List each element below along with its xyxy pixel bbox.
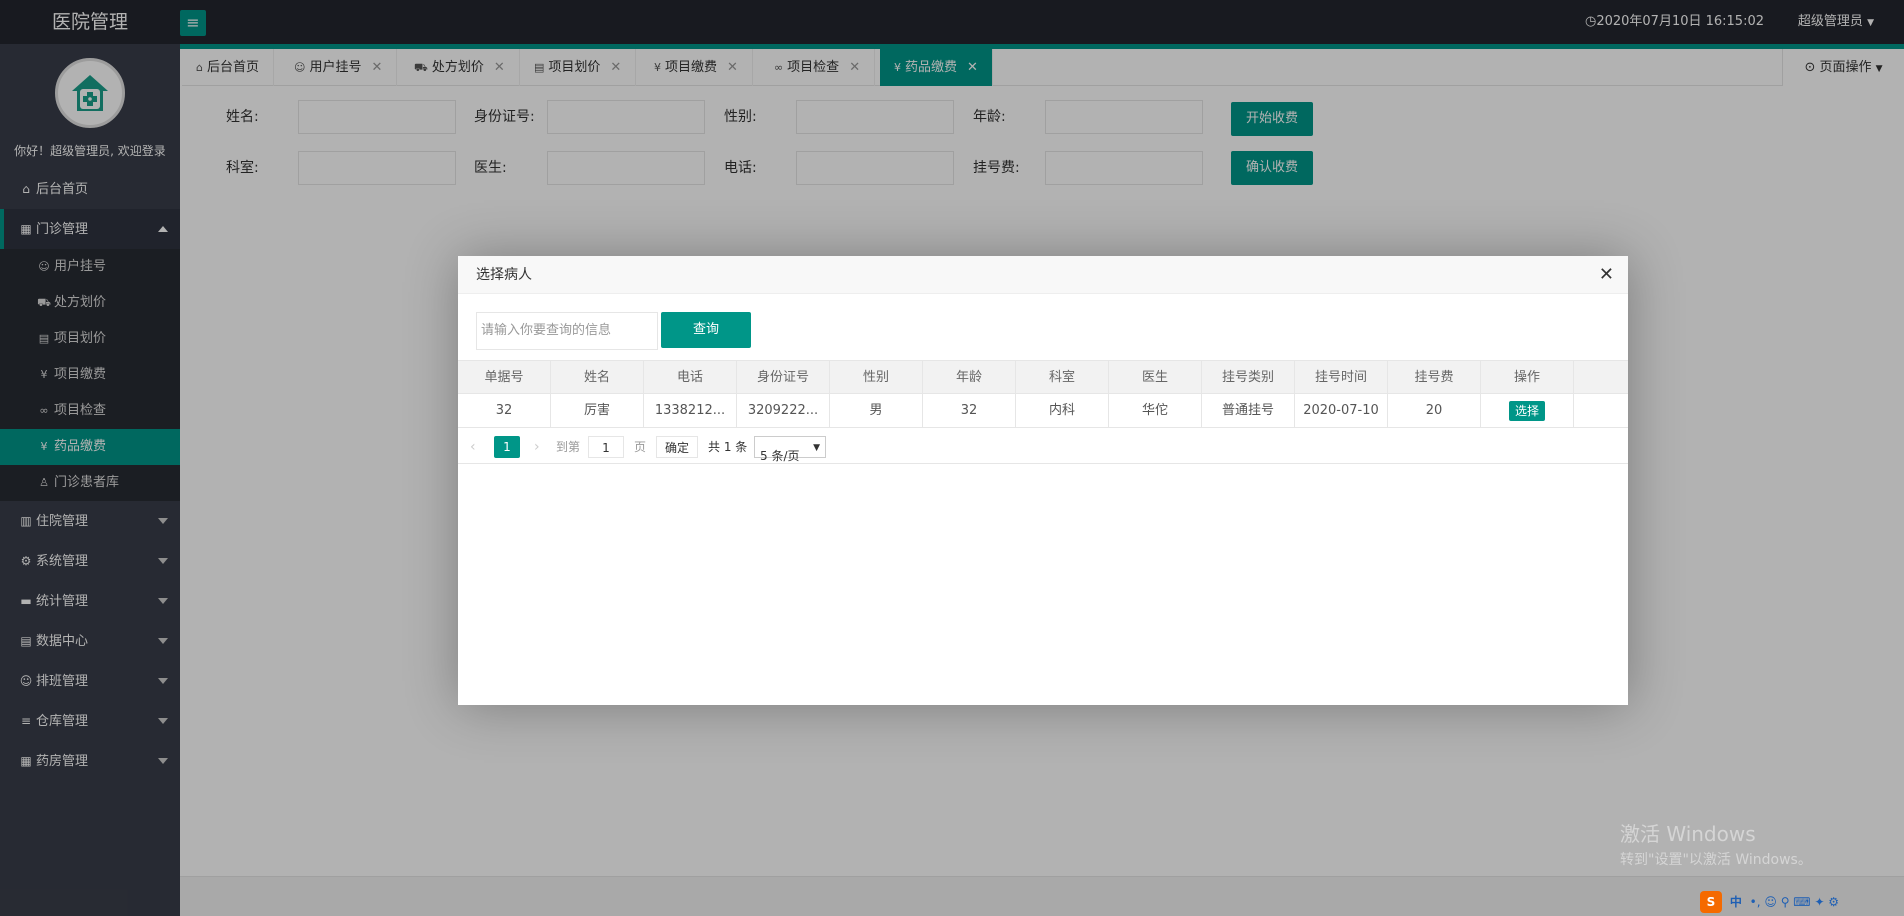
table-cell: 32: [458, 394, 551, 427]
column-header[interactable]: 挂号类别: [1202, 361, 1295, 393]
table-cell: 男: [830, 394, 923, 427]
page-go-button[interactable]: 确定: [656, 436, 698, 458]
column-header[interactable]: 身份证号: [737, 361, 830, 393]
table-cell: 2020-07-10: [1295, 394, 1388, 427]
table-cell: 普通挂号: [1202, 394, 1295, 427]
close-icon[interactable]: ✕: [1599, 256, 1614, 294]
dropdown-caret-icon: ▼: [813, 443, 820, 453]
select-patient-button[interactable]: 选择: [1508, 400, 1545, 421]
column-header[interactable]: 医生: [1109, 361, 1202, 393]
dialog-title: 选择病人 ✕: [458, 256, 1628, 294]
page-current[interactable]: 1: [494, 436, 520, 458]
column-header[interactable]: 年龄: [923, 361, 1016, 393]
column-header[interactable]: 挂号时间: [1295, 361, 1388, 393]
column-header[interactable]: 挂号费: [1388, 361, 1481, 393]
ime-logo-icon[interactable]: S: [1700, 891, 1722, 913]
table-header: 单据号 姓名 电话 身份证号 性别 年龄 科室 医生 挂号类别 挂号时间 挂号费…: [458, 360, 1628, 394]
table-cell-action: 选择: [1481, 394, 1574, 427]
table-cell: 1338212...: [644, 394, 737, 427]
ime-mode[interactable]: 中: [1730, 895, 1742, 909]
skip-to-label: 到第: [556, 440, 581, 454]
search-button[interactable]: 查询: [661, 312, 751, 348]
system-tray: S 中 •, ☺ ⚲ ⌨ ✦ ⚙: [1700, 888, 1904, 916]
table-cell: 32: [923, 394, 1016, 427]
column-header[interactable]: 姓名: [551, 361, 644, 393]
chevron-left-icon[interactable]: ‹: [470, 436, 476, 458]
table-cell: 20: [1388, 394, 1481, 427]
page-number-input[interactable]: 1: [588, 436, 624, 458]
column-header[interactable]: 科室: [1016, 361, 1109, 393]
page-size-select[interactable]: 5 条/页 ▼: [754, 436, 826, 463]
table-row[interactable]: 32 厉害 1338212... 3209222... 男 32 内科 华佗 普…: [458, 394, 1628, 428]
column-header[interactable]: 性别: [830, 361, 923, 393]
total-count: 共 1 条: [708, 440, 748, 454]
patient-table: 单据号 姓名 电话 身份证号 性别 年龄 科室 医生 挂号类别 挂号时间 挂号费…: [458, 360, 1628, 428]
search-input[interactable]: 请输入你要查询的信息: [476, 312, 658, 350]
select-patient-dialog: 选择病人 ✕ 请输入你要查询的信息 查询 单据号 姓名 电话 身份证号 性别 年…: [458, 256, 1628, 705]
page-unit-label: 页: [634, 440, 647, 454]
column-header[interactable]: 电话: [644, 361, 737, 393]
table-cell: 内科: [1016, 394, 1109, 427]
tray-icons[interactable]: •, ☺ ⚲ ⌨ ✦ ⚙: [1750, 895, 1839, 909]
pagination: ‹ 1 › 到第 1 页 确定 共 1 条 5 条/页 ▼: [458, 428, 1628, 464]
table-cell: 厉害: [551, 394, 644, 427]
chevron-right-icon[interactable]: ›: [534, 436, 540, 458]
column-header[interactable]: 操作: [1481, 361, 1574, 393]
windows-activation-watermark: 激活 Windows 转到"设置"以激活 Windows。: [1620, 822, 1812, 868]
table-cell: 华佗: [1109, 394, 1202, 427]
column-header[interactable]: 单据号: [458, 361, 551, 393]
table-cell: 3209222...: [737, 394, 830, 427]
